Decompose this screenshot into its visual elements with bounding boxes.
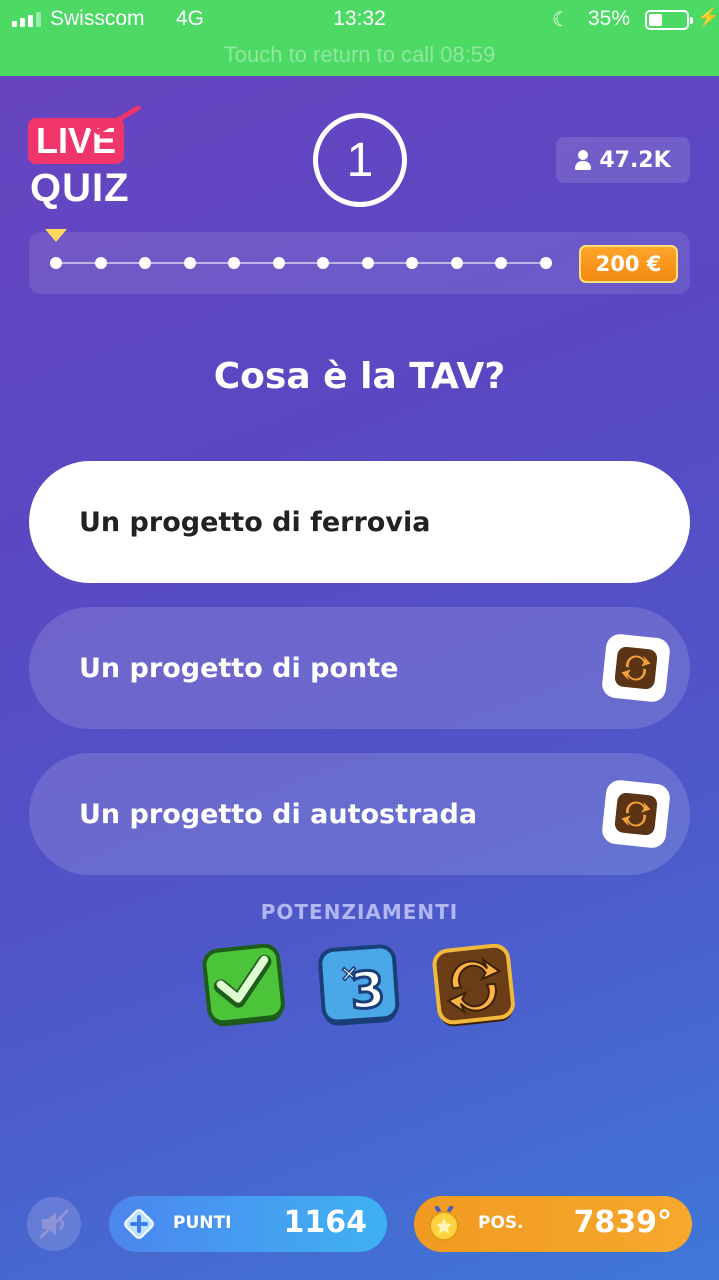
current-step-marker-icon: [45, 229, 67, 242]
progress-step: [50, 257, 62, 269]
return-to-call-banner[interactable]: Touch to return to call 08:59: [0, 42, 719, 68]
muted-speaker-icon: [39, 1209, 69, 1239]
points-value: 1164: [283, 1205, 368, 1240]
answer-label: Un progetto di ponte: [79, 652, 399, 684]
answer-label: Un progetto di ferrovia: [79, 506, 431, 538]
points-counter: PUNTI 1164: [109, 1196, 387, 1252]
progress-step: [94, 257, 107, 269]
progress-step: [406, 257, 419, 269]
viewer-count-value: 47.2K: [599, 147, 671, 173]
svg-text:3: 3: [348, 960, 387, 1020]
progress-step: [495, 257, 508, 269]
battery-percent: 35%: [588, 7, 631, 30]
battery-icon: [645, 10, 693, 30]
answer-option-3[interactable]: Un progetto di autostrada: [29, 753, 690, 875]
person-icon: [575, 150, 592, 170]
viewer-count: 47.2K: [556, 137, 690, 183]
swap-question-icon[interactable]: [600, 778, 672, 850]
points-label: PUNTI: [173, 1213, 232, 1233]
charging-icon: ⚡: [697, 7, 719, 27]
extra-life-powerup[interactable]: × 3: [316, 944, 402, 1030]
progress-step: [272, 257, 285, 269]
medal-icon: [429, 1206, 459, 1241]
points-gem-icon: [124, 1209, 154, 1239]
round-number: 1: [313, 113, 407, 207]
times-three-icon: × 3: [318, 944, 400, 1026]
question-progress: 200 €: [29, 229, 690, 294]
swap-question-powerup[interactable]: [431, 943, 517, 1030]
answer-label: Un progetto di autostrada: [79, 798, 478, 830]
powerups-title: POTENZIAMENTI: [260, 900, 459, 924]
do-not-disturb-icon: ☾: [552, 9, 570, 31]
question-text: Cosa è la TAV?: [213, 356, 506, 397]
prize-amount: 200 €: [579, 245, 678, 283]
progress-step: [183, 257, 196, 269]
correct-answer-powerup[interactable]: [201, 943, 287, 1030]
answer-option-2[interactable]: Un progetto di ponte: [29, 607, 690, 729]
answer-option-1[interactable]: Un progetto di ferrovia: [29, 461, 690, 583]
progress-step: [361, 257, 374, 269]
logo-check-icon: [85, 106, 141, 136]
swap-question-icon[interactable]: [600, 632, 672, 704]
swap-icon: [432, 943, 515, 1027]
progress-step: [139, 257, 152, 269]
progress-step: [450, 257, 463, 269]
position-value: 7839°: [573, 1205, 673, 1240]
progress-track: [56, 262, 546, 264]
mute-button[interactable]: [27, 1197, 81, 1251]
progress-step: [540, 257, 552, 269]
progress-step: [317, 257, 330, 269]
position-label: POS.: [478, 1213, 524, 1233]
logo-quiz-text: QUIZ: [30, 166, 130, 210]
progress-step: [228, 257, 241, 269]
position-counter: POS. 7839°: [414, 1196, 692, 1252]
status-bar: Swisscom 4G 13:32 ☾ 35% ⚡ Touch to retur…: [0, 0, 719, 76]
live-quiz-logo: LIVE QUIZ: [28, 106, 148, 214]
checkmark-icon: [202, 943, 285, 1027]
